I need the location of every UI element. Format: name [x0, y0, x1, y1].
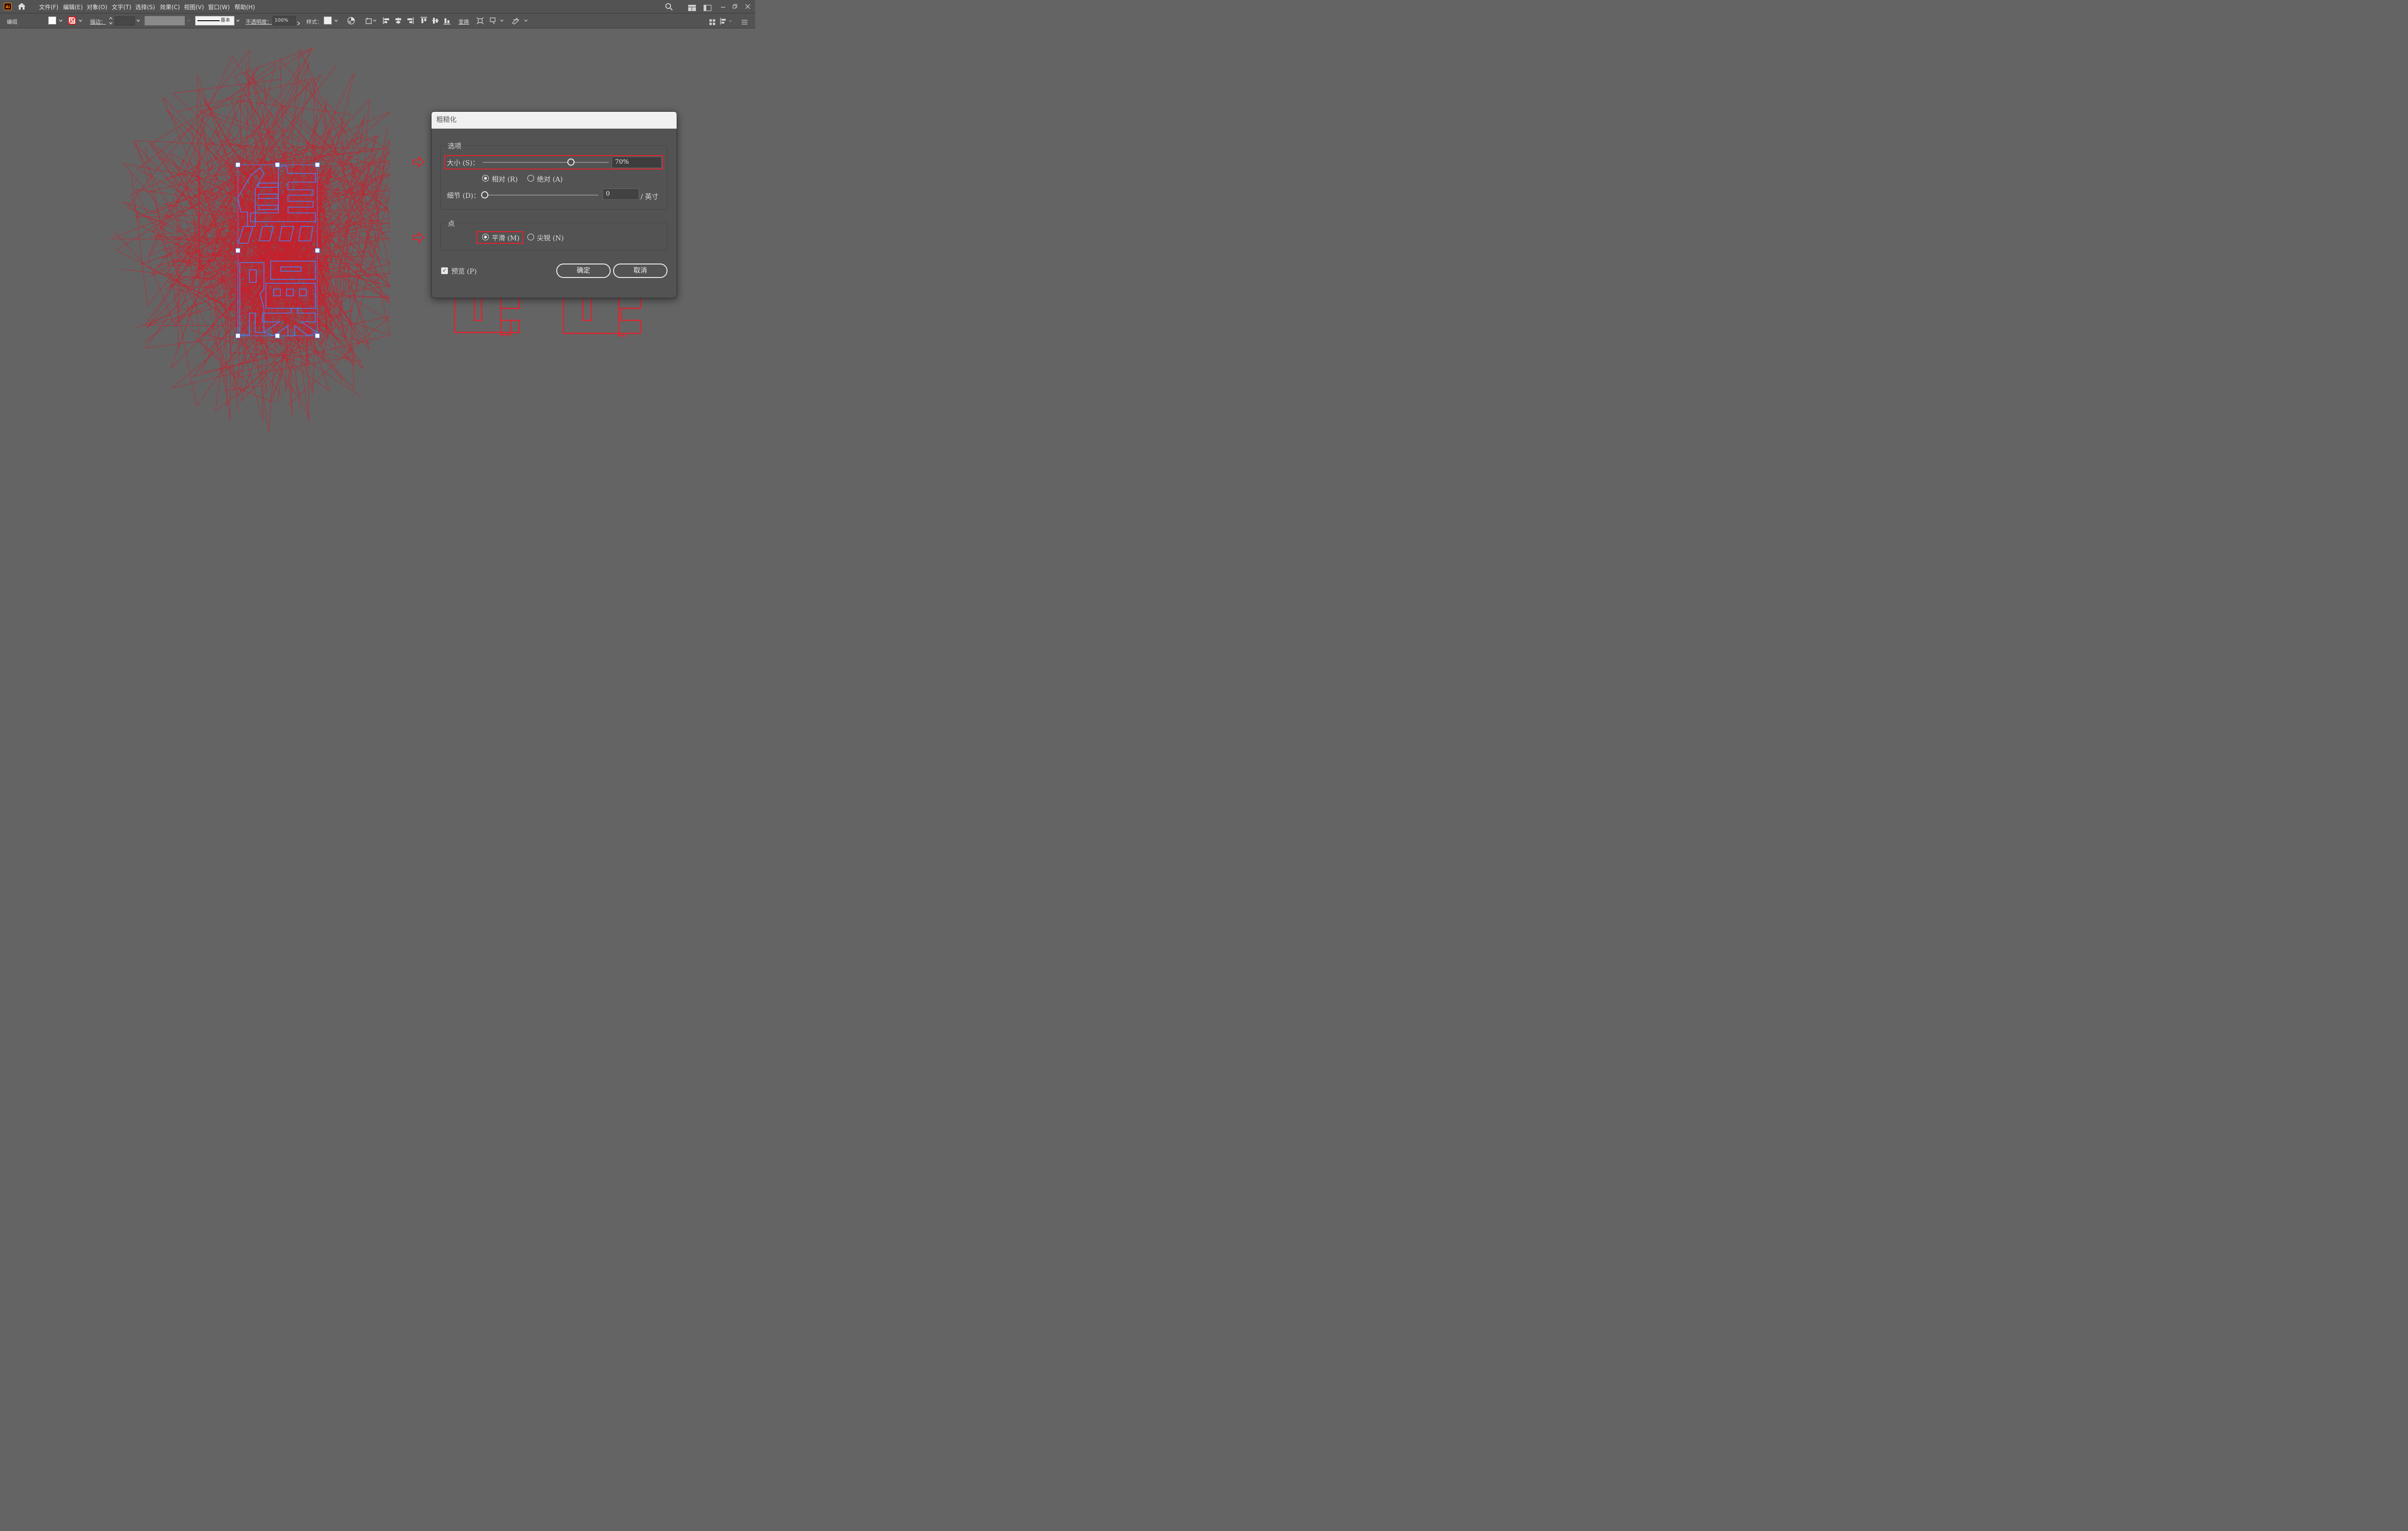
detail-label: 细节 (D)： — [447, 192, 480, 200]
outlined-text-preview — [454, 296, 641, 337]
relative-label[interactable]: 相对 (R) — [492, 174, 518, 184]
corner-label[interactable]: 尖锐 (N) — [537, 233, 564, 243]
ok-button[interactable]: 确定 — [556, 264, 611, 278]
annotation-arrow-icon — [412, 156, 425, 168]
absolute-label[interactable]: 绝对 (A) — [537, 174, 563, 184]
size-label: 大小 (S)： — [447, 159, 479, 167]
roughen-dialog: 粗糙化 选项 大小 (S)： 70% 相对 (R) 绝对 (A) 细节 (D)：… — [431, 111, 677, 298]
points-group-label: 点 — [446, 219, 456, 228]
relative-radio[interactable] — [482, 175, 489, 182]
cancel-button[interactable]: 取消 — [613, 264, 667, 278]
options-group-label: 选项 — [446, 141, 463, 151]
detail-slider-track[interactable] — [483, 195, 598, 196]
annotation-arrow-icon — [412, 231, 425, 244]
roughened-strokes — [110, 47, 391, 432]
preview-checkbox[interactable]: ✓ — [441, 267, 448, 274]
preview-label[interactable]: 预览 (P) — [451, 266, 477, 276]
smooth-radio[interactable] — [482, 234, 489, 240]
detail-unit-label: / 英寸 — [641, 193, 659, 201]
detail-input[interactable]: 0 — [602, 188, 639, 200]
corner-radio[interactable] — [527, 234, 534, 240]
smooth-label[interactable]: 平滑 (M) — [492, 233, 520, 243]
detail-slider-thumb[interactable] — [481, 191, 488, 198]
size-slider-track[interactable] — [483, 162, 609, 163]
size-input[interactable]: 70% — [612, 157, 662, 168]
absolute-radio[interactable] — [527, 175, 534, 182]
dialog-title[interactable]: 粗糙化 — [432, 112, 677, 129]
